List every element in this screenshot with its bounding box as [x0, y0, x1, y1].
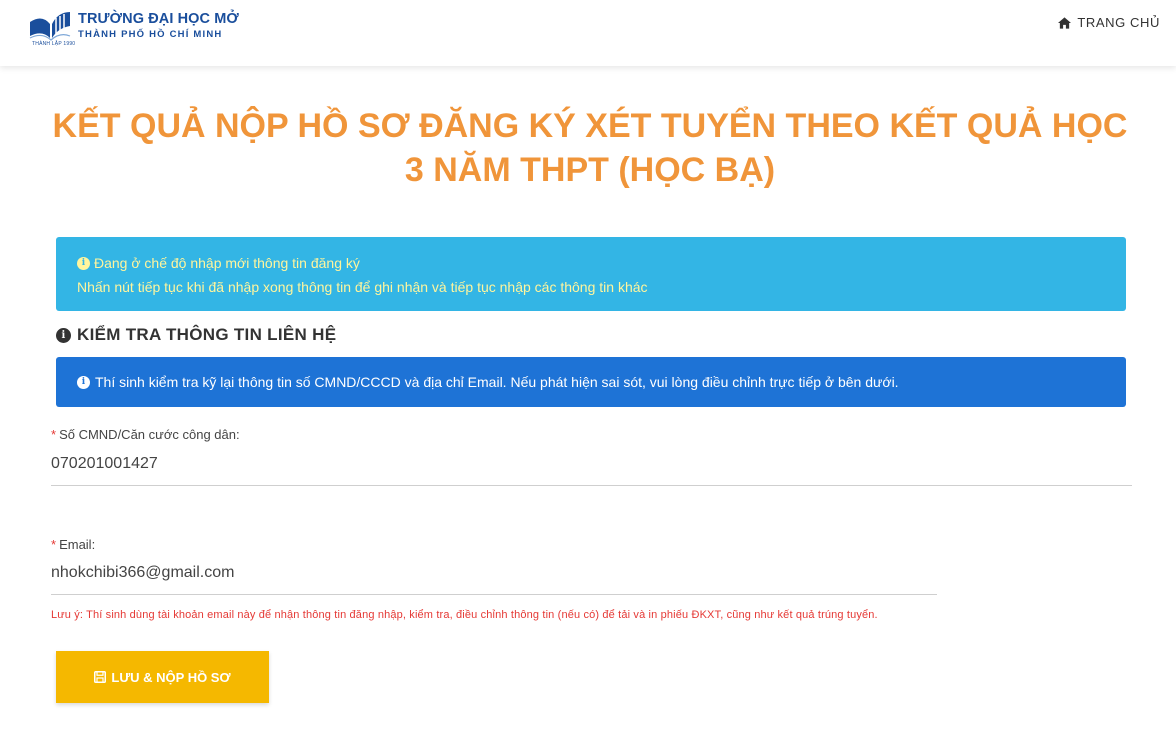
email-note: Lưu ý: Thí sinh dùng tài khoản email này… [51, 609, 878, 621]
site-header: THÀNH LẬP 1990 TRƯỜNG ĐẠI HỌC MỞ THÀNH P… [0, 0, 1176, 66]
nav-home-label: TRANG CHỦ [1077, 15, 1160, 30]
mode-info-alert: i Đang ở chế độ nhập mới thông tin đăng … [56, 237, 1126, 311]
logo-name-line1: TRƯỜNG ĐẠI HỌC MỞ [78, 11, 239, 27]
mode-info-line2: Nhấn nút tiếp tục khi đã nhập xong thông… [77, 275, 1105, 299]
mode-info-line1: i Đang ở chế độ nhập mới thông tin đăng … [77, 251, 1105, 275]
logo-founding-text: THÀNH LẬP 1990 [32, 41, 76, 47]
verify-notice-text: Thí sinh kiểm tra kỹ lại thông tin số CM… [95, 374, 899, 390]
id-number-label-text: Số CMND/Căn cước công dân: [59, 427, 240, 442]
save-submit-label: LƯU & NỘP HỒ SƠ [111, 669, 231, 685]
email-field[interactable]: nhokchibi366@gmail.com [51, 564, 234, 582]
home-icon [1058, 16, 1072, 29]
save-submit-button[interactable]: LƯU & NỘP HỒ SƠ [56, 651, 269, 703]
info-circle-icon: i [77, 256, 90, 270]
nav-home-link[interactable]: TRANG CHỦ [1058, 15, 1160, 30]
info-circle-icon: i [77, 375, 90, 389]
required-mark: * [51, 427, 57, 442]
page-title: KẾT QUẢ NỘP HỒ SƠ ĐĂNG KÝ XÉT TUYỂN THEO… [52, 107, 1128, 189]
email-label: * Email: [51, 537, 95, 552]
email-underline [51, 594, 937, 595]
required-mark: * [51, 537, 57, 552]
id-number-label: * Số CMND/Căn cước công dân: [51, 427, 240, 442]
logo-name-line2: THÀNH PHỐ HỒ CHÍ MINH [78, 29, 223, 40]
section-title: KIỂM TRA THÔNG TIN LIÊN HỆ [77, 325, 337, 344]
mode-info-text2: Nhấn nút tiếp tục khi đã nhập xong thông… [77, 279, 648, 295]
verify-notice-alert: i Thí sinh kiểm tra kỹ lại thông tin số … [56, 357, 1126, 407]
section-heading: i KIỂM TRA THÔNG TIN LIÊN HỆ [56, 325, 336, 345]
mode-info-text1: Đang ở chế độ nhập mới thông tin đăng ký [94, 255, 360, 271]
save-icon [94, 671, 107, 683]
university-logo[interactable]: THÀNH LẬP 1990 TRƯỜNG ĐẠI HỌC MỞ THÀNH P… [26, 8, 246, 50]
email-label-text: Email: [59, 537, 96, 552]
id-number-field[interactable]: 070201001427 [51, 455, 158, 473]
info-circle-icon: i [56, 327, 71, 343]
id-number-underline [51, 485, 1132, 486]
